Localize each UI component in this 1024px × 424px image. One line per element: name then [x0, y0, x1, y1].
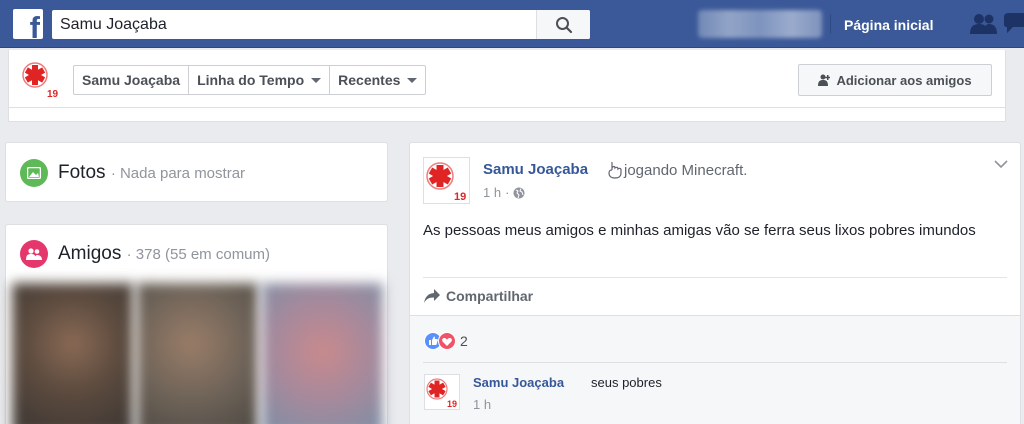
friends-title[interactable]: Amigos · 378 (55 em comum) [58, 243, 270, 265]
svg-text:19: 19 [47, 89, 59, 99]
messages-icon[interactable] [1004, 13, 1024, 35]
post-divider [423, 277, 1007, 278]
svg-text:19: 19 [454, 191, 466, 203]
tab-profile-name[interactable]: Samu Joaçaba [74, 66, 190, 94]
photos-icon [20, 159, 48, 187]
post-time[interactable]: 1 h [483, 185, 501, 200]
nav-divider [830, 14, 831, 34]
search-input[interactable] [52, 10, 536, 39]
photos-subtitle: · Nada para mostrar [110, 165, 246, 182]
add-friend-icon [818, 74, 831, 86]
post-activity: jogando Minecraft. [608, 161, 747, 179]
profile-navigation: 19 Samu Joaçaba Linha do Tempo Recentes … [8, 50, 1006, 108]
add-friend-label: Adicionar aos amigos [836, 72, 972, 88]
globe-icon [513, 187, 525, 198]
profile-avatar[interactable]: 19 [21, 59, 61, 100]
tab-recent-label: Recentes [338, 72, 401, 88]
profile-header-strip [8, 108, 1006, 122]
comment-time[interactable]: 1 h [473, 397, 491, 412]
friend-photo[interactable] [12, 283, 133, 424]
comments-area: 2 19 Samu Joaçaba seus pobres 1 h [410, 315, 1020, 424]
friend-requests-icon[interactable] [970, 13, 998, 35]
gamepad-icon [608, 162, 622, 179]
home-link[interactable]: Página inicial [844, 17, 933, 33]
photos-section: Fotos · Nada para mostrar [5, 142, 388, 202]
samu-logo-icon: 19 [22, 62, 61, 100]
tab-recent[interactable]: Recentes [330, 66, 425, 94]
share-button[interactable]: Compartilhar [424, 288, 533, 304]
post-author-name[interactable]: Samu Joaçaba [483, 161, 588, 178]
friend-photo[interactable] [137, 283, 258, 424]
facebook-logo[interactable]: f [13, 9, 43, 39]
share-arrow-icon [424, 289, 440, 303]
current-user-profile-link[interactable] [698, 10, 822, 38]
love-reaction-icon [438, 332, 456, 350]
friends-grid [12, 283, 383, 424]
post-meta: 1 h · [483, 185, 525, 200]
post-card: 19 Samu Joaçaba jogando Minecraft. 1 h ·… [409, 142, 1021, 424]
profile-tabs: Samu Joaçaba Linha do Tempo Recentes [73, 65, 427, 95]
search-icon [555, 16, 572, 33]
search-box [52, 10, 590, 39]
search-button[interactable] [536, 10, 590, 39]
friend-photo[interactable] [262, 283, 383, 424]
post-author-avatar[interactable]: 19 [423, 157, 470, 204]
samu-logo-icon: 19 [426, 162, 469, 203]
samu-logo-icon: 19 [426, 378, 459, 409]
svg-text:19: 19 [447, 399, 457, 409]
reactions-summary[interactable]: 2 [424, 332, 468, 350]
facebook-logo-letter: f [29, 10, 40, 39]
photos-title-text: Fotos [58, 162, 106, 183]
comment-text: seus pobres [591, 375, 662, 390]
comments-divider [423, 362, 1007, 363]
caret-down-icon [407, 77, 418, 83]
add-friend-button[interactable]: Adicionar aos amigos [798, 64, 992, 96]
tab-timeline[interactable]: Linha do Tempo [189, 66, 331, 94]
post-activity-text[interactable]: jogando Minecraft. [624, 162, 747, 179]
comment-author-avatar[interactable]: 19 [424, 374, 460, 410]
photos-title[interactable]: Fotos · Nada para mostrar [58, 162, 245, 184]
friends-subtitle: · 378 (55 em comum) [126, 246, 271, 263]
top-bar: f Página inicial [0, 0, 1024, 48]
comment-author-name[interactable]: Samu Joaçaba [473, 375, 564, 390]
tab-profile-name-label: Samu Joaçaba [82, 72, 181, 88]
tab-timeline-label: Linha do Tempo [197, 72, 305, 88]
friends-icon [20, 240, 48, 268]
friends-title-text: Amigos [58, 243, 122, 264]
post-options-chevron-icon[interactable] [994, 159, 1008, 169]
share-label: Compartilhar [446, 288, 534, 304]
post-text: As pessoas meus amigos e minhas amigas v… [423, 222, 976, 239]
meta-separator: · [505, 185, 510, 200]
reaction-count: 2 [460, 333, 468, 349]
caret-down-icon [311, 77, 322, 83]
friends-section: Amigos · 378 (55 em comum) [5, 224, 388, 424]
